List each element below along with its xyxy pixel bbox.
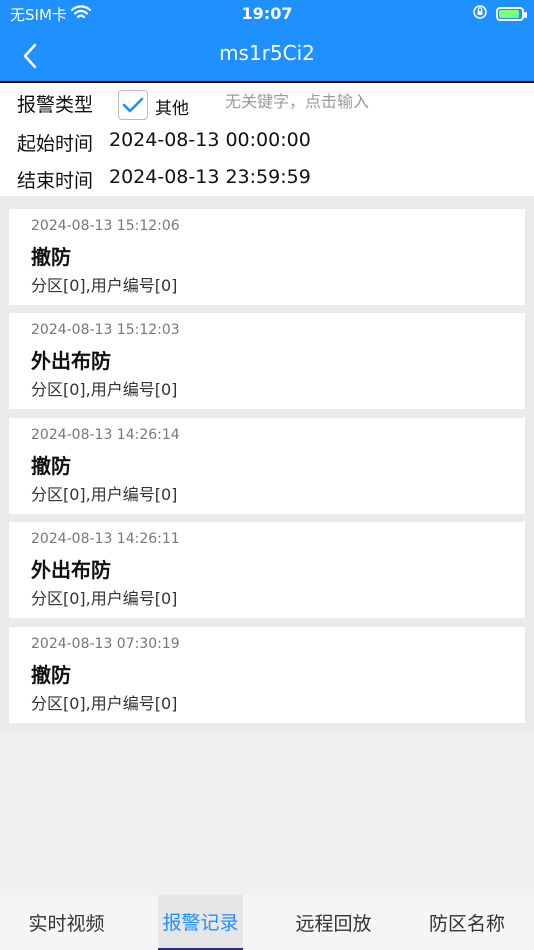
end-time-label: 结束时间 [17,170,94,192]
record-title: 外出布防 [31,558,111,582]
record-detail: 分区[0],用户编号[0] [31,589,178,608]
record-detail: 分区[0],用户编号[0] [31,694,178,713]
nav-bar: ms1r5Ci2 [0,28,534,83]
orientation-lock-icon [472,4,488,24]
record-time: 2024-08-13 14:26:14 [31,427,180,443]
status-time: 19:07 [241,4,293,23]
status-bar: 无SIM卡 19:07 [0,0,534,28]
filter-panel: 报警类型 其他 起始时间 2024-08-13 00:00:00 结束时间 20… [0,83,534,196]
end-time-value[interactable]: 2024-08-13 23:59:59 [109,166,311,188]
tab-live-video[interactable]: 实时视频 [0,895,133,950]
record-title: 撤防 [31,454,71,478]
record-title: 撤防 [31,245,71,269]
checkmark-icon [122,97,144,113]
checkbox-label: 其他 [155,99,189,119]
alarm-type-label: 报警类型 [17,94,94,116]
record-time: 2024-08-13 14:26:11 [31,531,180,547]
tab-bar: 实时视频 报警记录 远程回放 防区名称 [0,895,534,950]
alarm-record-list[interactable]: 2024-08-13 15:12:06 撤防 分区[0],用户编号[0] 202… [0,196,534,732]
record-detail: 分区[0],用户编号[0] [31,380,178,399]
tab-remote-playback[interactable]: 远程回放 [267,895,400,950]
alarm-type-checkbox[interactable] [118,90,148,120]
record-title: 撤防 [31,663,71,687]
tab-alarm-records[interactable]: 报警记录 [158,895,243,950]
page-title: ms1r5Ci2 [219,41,315,65]
record-detail: 分区[0],用户编号[0] [31,276,178,295]
start-time-value[interactable]: 2024-08-13 00:00:00 [109,129,311,151]
tab-zone-names[interactable]: 防区名称 [400,895,534,950]
start-time-label: 起始时间 [17,133,94,155]
list-item[interactable]: 2024-08-13 14:26:14 撤防 分区[0],用户编号[0] [9,418,525,514]
list-item[interactable]: 2024-08-13 14:26:11 外出布防 分区[0],用户编号[0] [9,522,525,618]
record-title: 外出布防 [31,349,111,373]
list-item[interactable]: 2024-08-13 15:12:03 外出布防 分区[0],用户编号[0] [9,313,525,409]
keyword-input[interactable] [225,88,525,114]
status-right [472,4,527,24]
list-item[interactable]: 2024-08-13 07:30:19 撤防 分区[0],用户编号[0] [9,627,525,723]
record-time: 2024-08-13 15:12:06 [31,218,180,234]
record-detail: 分区[0],用户编号[0] [31,485,178,504]
list-item[interactable]: 2024-08-13 15:12:06 撤防 分区[0],用户编号[0] [9,209,525,305]
battery-charging-icon [496,7,527,21]
record-time: 2024-08-13 07:30:19 [31,636,180,652]
record-time: 2024-08-13 15:12:03 [31,322,180,338]
